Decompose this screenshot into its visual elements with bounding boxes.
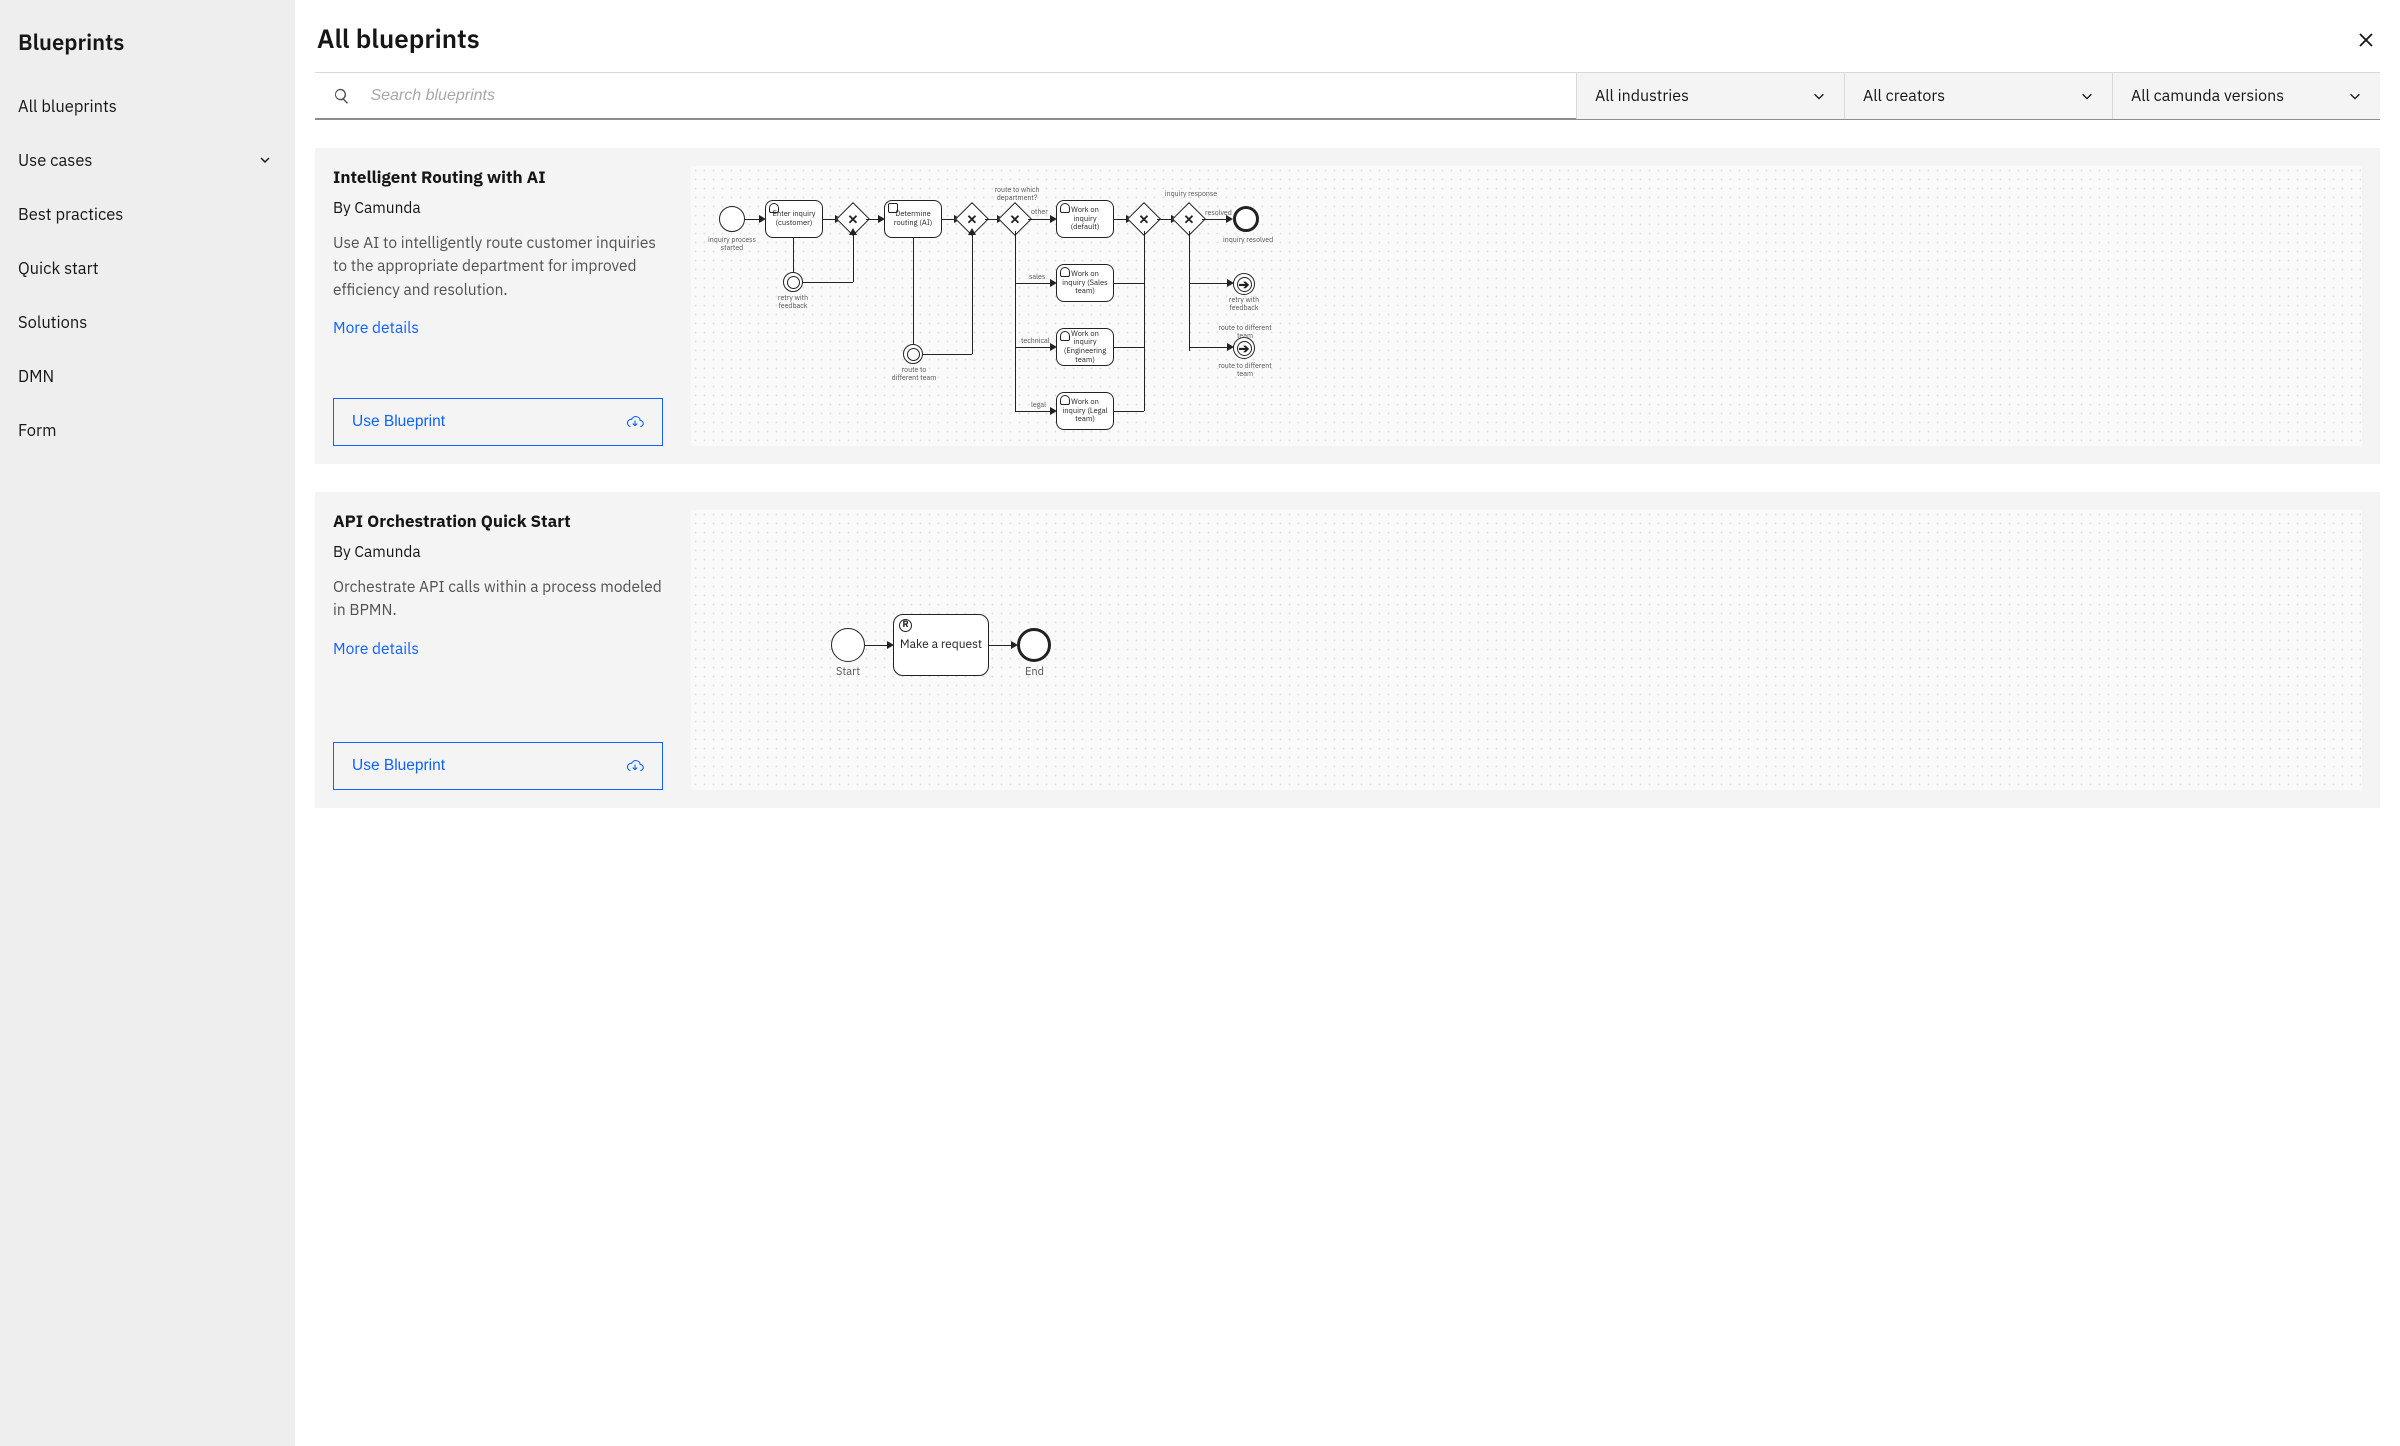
bpmn-label: route to different team [889,366,939,381]
bpmn-label: legal [1031,401,1046,409]
user-task-icon [1060,267,1070,277]
search-input[interactable] [370,87,1558,105]
main-header: All blueprints [315,22,2380,72]
main-content: All blueprints All industries All creato… [295,0,2400,1446]
sidebar-item-label: Use cases [18,149,92,171]
rest-connector-icon: R [899,619,912,632]
dropdown-label: All camunda versions [2131,86,2284,106]
chevron-down-icon [2348,89,2362,103]
use-blueprint-label: Use Blueprint [352,413,445,431]
dropdown-label: All industries [1595,86,1689,106]
use-blueprint-label: Use Blueprint [352,757,445,775]
bpmn-end-event [1017,628,1051,662]
card-author: By Camunda [333,198,663,218]
search-box[interactable] [315,73,1576,119]
download-cloud-icon [626,413,644,431]
filter-bar: All industries All creators All camunda … [315,72,2380,120]
chevron-down-icon [2080,89,2094,103]
sidebar-item-label: Best practices [18,203,123,225]
bpmn-label: retry with feedback [1221,296,1267,311]
app-root: Blueprints All blueprints Use cases Best… [0,0,2400,1446]
bpmn-label: sales [1029,273,1045,281]
sidebar-item-label: Quick start [18,257,99,279]
sidebar-item-best-practices[interactable]: Best practices [0,187,295,241]
bpmn-boundary-event [903,344,923,364]
blueprint-card: Intelligent Routing with AI By Camunda U… [315,148,2380,464]
bpmn-task-work-legal: Work on inquiry (Legal team) [1056,392,1114,430]
bpmn-task-make-request: R Make a request [893,614,989,676]
bpmn-label: route to different team [1217,362,1273,377]
dropdown-versions[interactable]: All camunda versions [2112,73,2380,119]
bpmn-task-enter-inquiry: Enter inquiry (customer) [765,200,823,238]
bpmn-diagram: inquiry process started Enter inquiry (c… [691,166,2362,446]
bpmn-diagram: Start R Make a request End [691,510,2362,790]
user-task-icon [769,203,779,213]
user-task-icon [1060,331,1070,341]
close-icon [2358,32,2374,48]
chevron-down-icon [257,152,273,168]
card-info: Intelligent Routing with AI By Camunda U… [333,166,663,446]
sidebar-item-form[interactable]: Form [0,403,295,457]
bpmn-task-work-engineering: Work on inquiry (Engineering team) [1056,328,1114,366]
close-button[interactable] [2354,23,2378,55]
bpmn-label: End [1025,666,1044,678]
bpmn-link-event [1233,273,1255,295]
user-task-icon [1060,203,1070,213]
page-title: All blueprints [317,22,480,56]
use-blueprint-button[interactable]: Use Blueprint [333,398,663,446]
bpmn-label: Start [836,666,860,678]
card-author: By Camunda [333,542,663,562]
card-title: API Orchestration Quick Start [333,510,663,532]
bpmn-label: route to which department? [987,186,1047,201]
card-description: Orchestrate API calls within a process m… [333,576,663,623]
bpmn-start-event [831,628,865,662]
bpmn-task-determine-routing: Determine routing (AI) [884,200,942,238]
more-details-link[interactable]: More details [333,639,663,659]
sidebar-item-quick-start[interactable]: Quick start [0,241,295,295]
more-details-link[interactable]: More details [333,318,663,338]
sidebar-item-label: Solutions [18,311,87,333]
card-info: API Orchestration Quick Start By Camunda… [333,510,663,790]
sidebar: Blueprints All blueprints Use cases Best… [0,0,295,1446]
card-title: Intelligent Routing with AI [333,166,663,188]
sidebar-item-label: Form [18,419,57,441]
bpmn-start-event [719,206,745,232]
bpmn-link-event [1233,337,1255,359]
bpmn-task-work-default: Work on inquiry (default) [1056,200,1114,238]
bpmn-task-work-sales: Work on inquiry (Sales team) [1056,264,1114,302]
bpmn-label: technical [1021,337,1050,345]
bpmn-label: other [1031,208,1048,216]
dropdown-label: All creators [1863,86,1945,106]
download-cloud-icon [626,757,644,775]
bpmn-boundary-event [783,272,803,292]
sidebar-item-use-cases[interactable]: Use cases [0,133,295,187]
sidebar-item-solutions[interactable]: Solutions [0,295,295,349]
bpmn-label: retry with feedback [773,294,813,309]
user-task-icon [1060,395,1070,405]
bpmn-label: inquiry process started [705,236,759,251]
dropdown-industries[interactable]: All industries [1576,73,1844,119]
search-icon [333,87,350,105]
sidebar-title: Blueprints [0,28,295,79]
sidebar-item-label: All blueprints [18,95,117,117]
dropdown-creators[interactable]: All creators [1844,73,2112,119]
bpmn-label: inquiry response [1161,190,1221,198]
blueprint-card: API Orchestration Quick Start By Camunda… [315,492,2380,808]
chevron-down-icon [1812,89,1826,103]
service-task-icon [888,203,898,213]
sidebar-item-all-blueprints[interactable]: All blueprints [0,79,295,133]
bpmn-label: inquiry resolved [1223,236,1273,244]
use-blueprint-button[interactable]: Use Blueprint [333,742,663,790]
sidebar-item-label: DMN [18,365,54,387]
bpmn-label: route to different team [1215,324,1275,339]
card-description: Use AI to intelligently route customer i… [333,232,663,302]
bpmn-end-event [1233,206,1259,232]
card-list: Intelligent Routing with AI By Camunda U… [315,148,2380,808]
sidebar-item-dmn[interactable]: DMN [0,349,295,403]
